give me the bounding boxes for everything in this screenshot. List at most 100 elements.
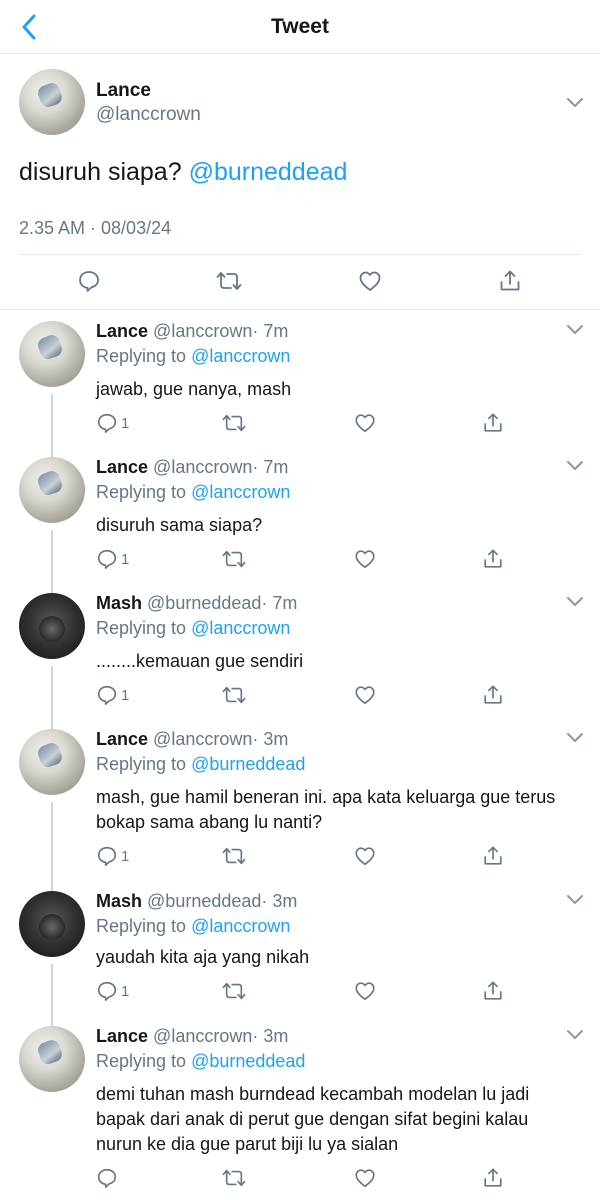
page-title: Tweet	[271, 15, 329, 38]
avatar[interactable]	[19, 593, 85, 659]
author-handle[interactable]: @lanccrown	[96, 104, 201, 126]
author-handle[interactable]: @lanccrown	[153, 457, 252, 477]
share-icon	[484, 685, 502, 704]
heart-icon	[355, 550, 375, 569]
mention-link[interactable]: @lanccrown	[191, 618, 290, 638]
author-name[interactable]: Mash	[96, 891, 142, 911]
share-button[interactable]	[482, 682, 504, 708]
chevron-down-icon[interactable]	[566, 894, 584, 906]
share-icon	[500, 270, 520, 291]
share-icon	[484, 981, 502, 1000]
chevron-down-icon[interactable]	[566, 460, 584, 472]
reply-count: 1	[121, 686, 130, 704]
heart-icon	[355, 982, 375, 1001]
replying-label: Replying to	[96, 916, 192, 936]
author-handle[interactable]: @burneddead	[147, 593, 261, 613]
comment-icon	[97, 1168, 117, 1188]
mention-link[interactable]: @lanccrown	[191, 482, 290, 502]
author-handle[interactable]: @lanccrown	[153, 729, 252, 749]
reply-button[interactable]: 1	[96, 682, 129, 708]
retweet-button[interactable]	[215, 267, 243, 295]
thread-line	[51, 802, 53, 892]
reply-count: 1	[121, 550, 130, 568]
comment-icon	[97, 549, 117, 569]
like-button[interactable]	[354, 978, 376, 1004]
replying-to: Replying to @lanccrown	[96, 482, 290, 503]
reply-button[interactable]: 1	[96, 843, 129, 869]
share-button[interactable]	[482, 1165, 504, 1191]
author-name[interactable]: Lance	[96, 321, 148, 341]
mention-link[interactable]: @burneddead	[191, 754, 305, 774]
share-button[interactable]	[482, 546, 504, 572]
retweet-button[interactable]	[222, 978, 246, 1004]
replying-to: Replying to @burneddead	[96, 1051, 305, 1072]
retweet-icon	[222, 982, 246, 1000]
retweet-button[interactable]	[222, 410, 246, 436]
retweet-icon	[222, 550, 246, 568]
avatar[interactable]	[19, 1026, 85, 1092]
reply-button[interactable]	[96, 1165, 121, 1191]
share-button[interactable]	[496, 267, 524, 295]
mention-link[interactable]: @lanccrown	[191, 346, 290, 366]
author-name[interactable]: Lance	[96, 457, 148, 477]
reply-header: Lance @lanccrown· 3m	[96, 1026, 288, 1047]
replying-to: Replying to @lanccrown	[96, 618, 290, 639]
replying-to: Replying to @lanccrown	[96, 916, 290, 937]
reply-text: demi tuhan mash burndead kecambah modela…	[96, 1084, 530, 1154]
retweet-button[interactable]	[222, 546, 246, 572]
thread-line	[51, 666, 53, 730]
replying-label: Replying to	[96, 754, 192, 774]
retweet-button[interactable]	[222, 682, 246, 708]
reply-button[interactable]: 1	[96, 978, 129, 1004]
thread-line	[51, 530, 53, 594]
reply-header: Mash @burneddead· 3m	[96, 891, 297, 912]
reply-button[interactable]: 1	[96, 410, 129, 436]
action-bar: 1	[96, 843, 516, 869]
tweet-text-body: disuruh siapa?	[19, 158, 189, 186]
share-icon	[484, 413, 502, 432]
author-handle[interactable]: @lanccrown	[153, 1026, 252, 1046]
avatar[interactable]	[19, 891, 85, 957]
chevron-down-icon[interactable]	[566, 732, 584, 744]
mention-link[interactable]: @burneddead	[189, 158, 348, 186]
avatar[interactable]	[19, 69, 85, 135]
avatar[interactable]	[19, 321, 85, 387]
retweet-button[interactable]	[222, 1165, 246, 1191]
author-name[interactable]: Mash	[96, 593, 142, 613]
like-button[interactable]	[354, 682, 376, 708]
author-handle[interactable]: @lanccrown	[153, 321, 252, 341]
reply-time: · 3m	[252, 729, 289, 749]
comment-icon	[97, 685, 117, 705]
heart-icon	[355, 1169, 375, 1188]
reply-time: · 7m	[252, 321, 289, 341]
heart-icon	[355, 414, 375, 433]
like-button[interactable]	[354, 410, 376, 436]
reply-time: · 3m	[252, 1026, 289, 1046]
reply-button[interactable]: 1	[96, 546, 129, 572]
author-handle[interactable]: @burneddead	[147, 891, 261, 911]
chevron-down-icon[interactable]	[566, 596, 584, 608]
like-button[interactable]	[354, 1165, 376, 1191]
mention-link[interactable]: @lanccrown	[191, 916, 290, 936]
like-button[interactable]	[354, 843, 376, 869]
avatar[interactable]	[19, 729, 85, 795]
author-name[interactable]: Lance	[96, 1026, 148, 1046]
share-button[interactable]	[482, 410, 504, 436]
like-button[interactable]	[354, 546, 376, 572]
chevron-down-icon[interactable]	[566, 324, 584, 336]
author-name[interactable]: Lance	[96, 80, 151, 102]
chevron-down-icon[interactable]	[566, 97, 584, 109]
reply-button[interactable]	[75, 267, 103, 295]
avatar[interactable]	[19, 457, 85, 523]
like-button[interactable]	[356, 267, 384, 295]
mention-link[interactable]: @burneddead	[191, 1051, 305, 1071]
share-button[interactable]	[482, 978, 504, 1004]
divider	[19, 254, 581, 255]
author-name[interactable]: Lance	[96, 729, 148, 749]
retweet-button[interactable]	[222, 843, 246, 869]
retweet-icon	[216, 272, 242, 290]
comment-icon	[79, 271, 99, 292]
share-icon	[484, 1168, 502, 1187]
chevron-down-icon[interactable]	[566, 1029, 584, 1041]
share-button[interactable]	[482, 843, 504, 869]
